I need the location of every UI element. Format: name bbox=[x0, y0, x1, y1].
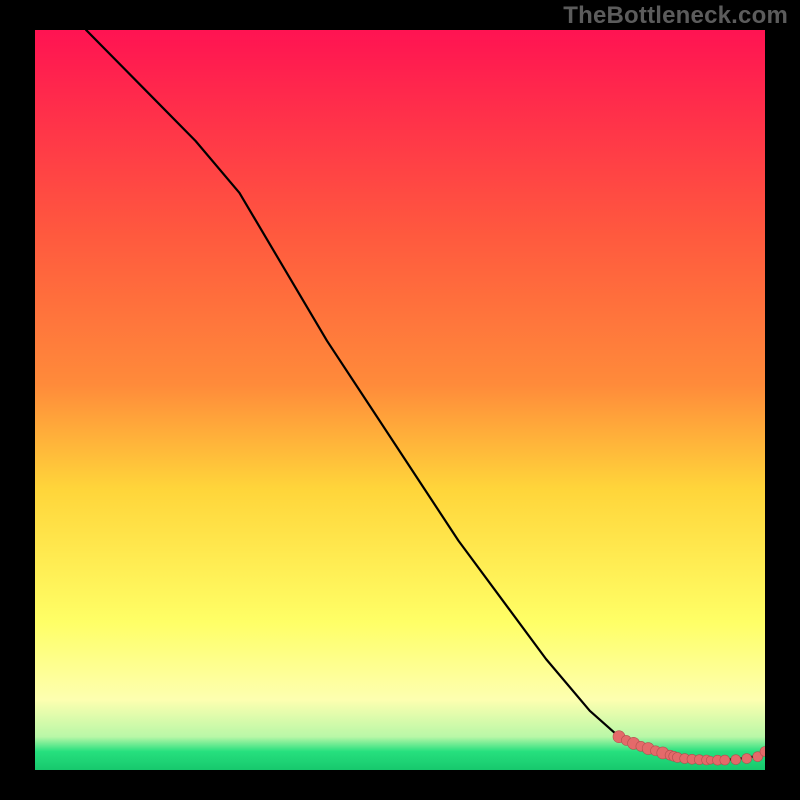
chart-svg bbox=[35, 30, 765, 770]
data-point bbox=[720, 755, 730, 765]
data-point bbox=[731, 755, 741, 765]
plot-area bbox=[35, 30, 765, 770]
gradient-background bbox=[35, 30, 765, 770]
watermark-text: TheBottleneck.com bbox=[563, 2, 788, 30]
chart-stage: TheBottleneck.com bbox=[0, 0, 800, 800]
data-point bbox=[742, 754, 752, 764]
